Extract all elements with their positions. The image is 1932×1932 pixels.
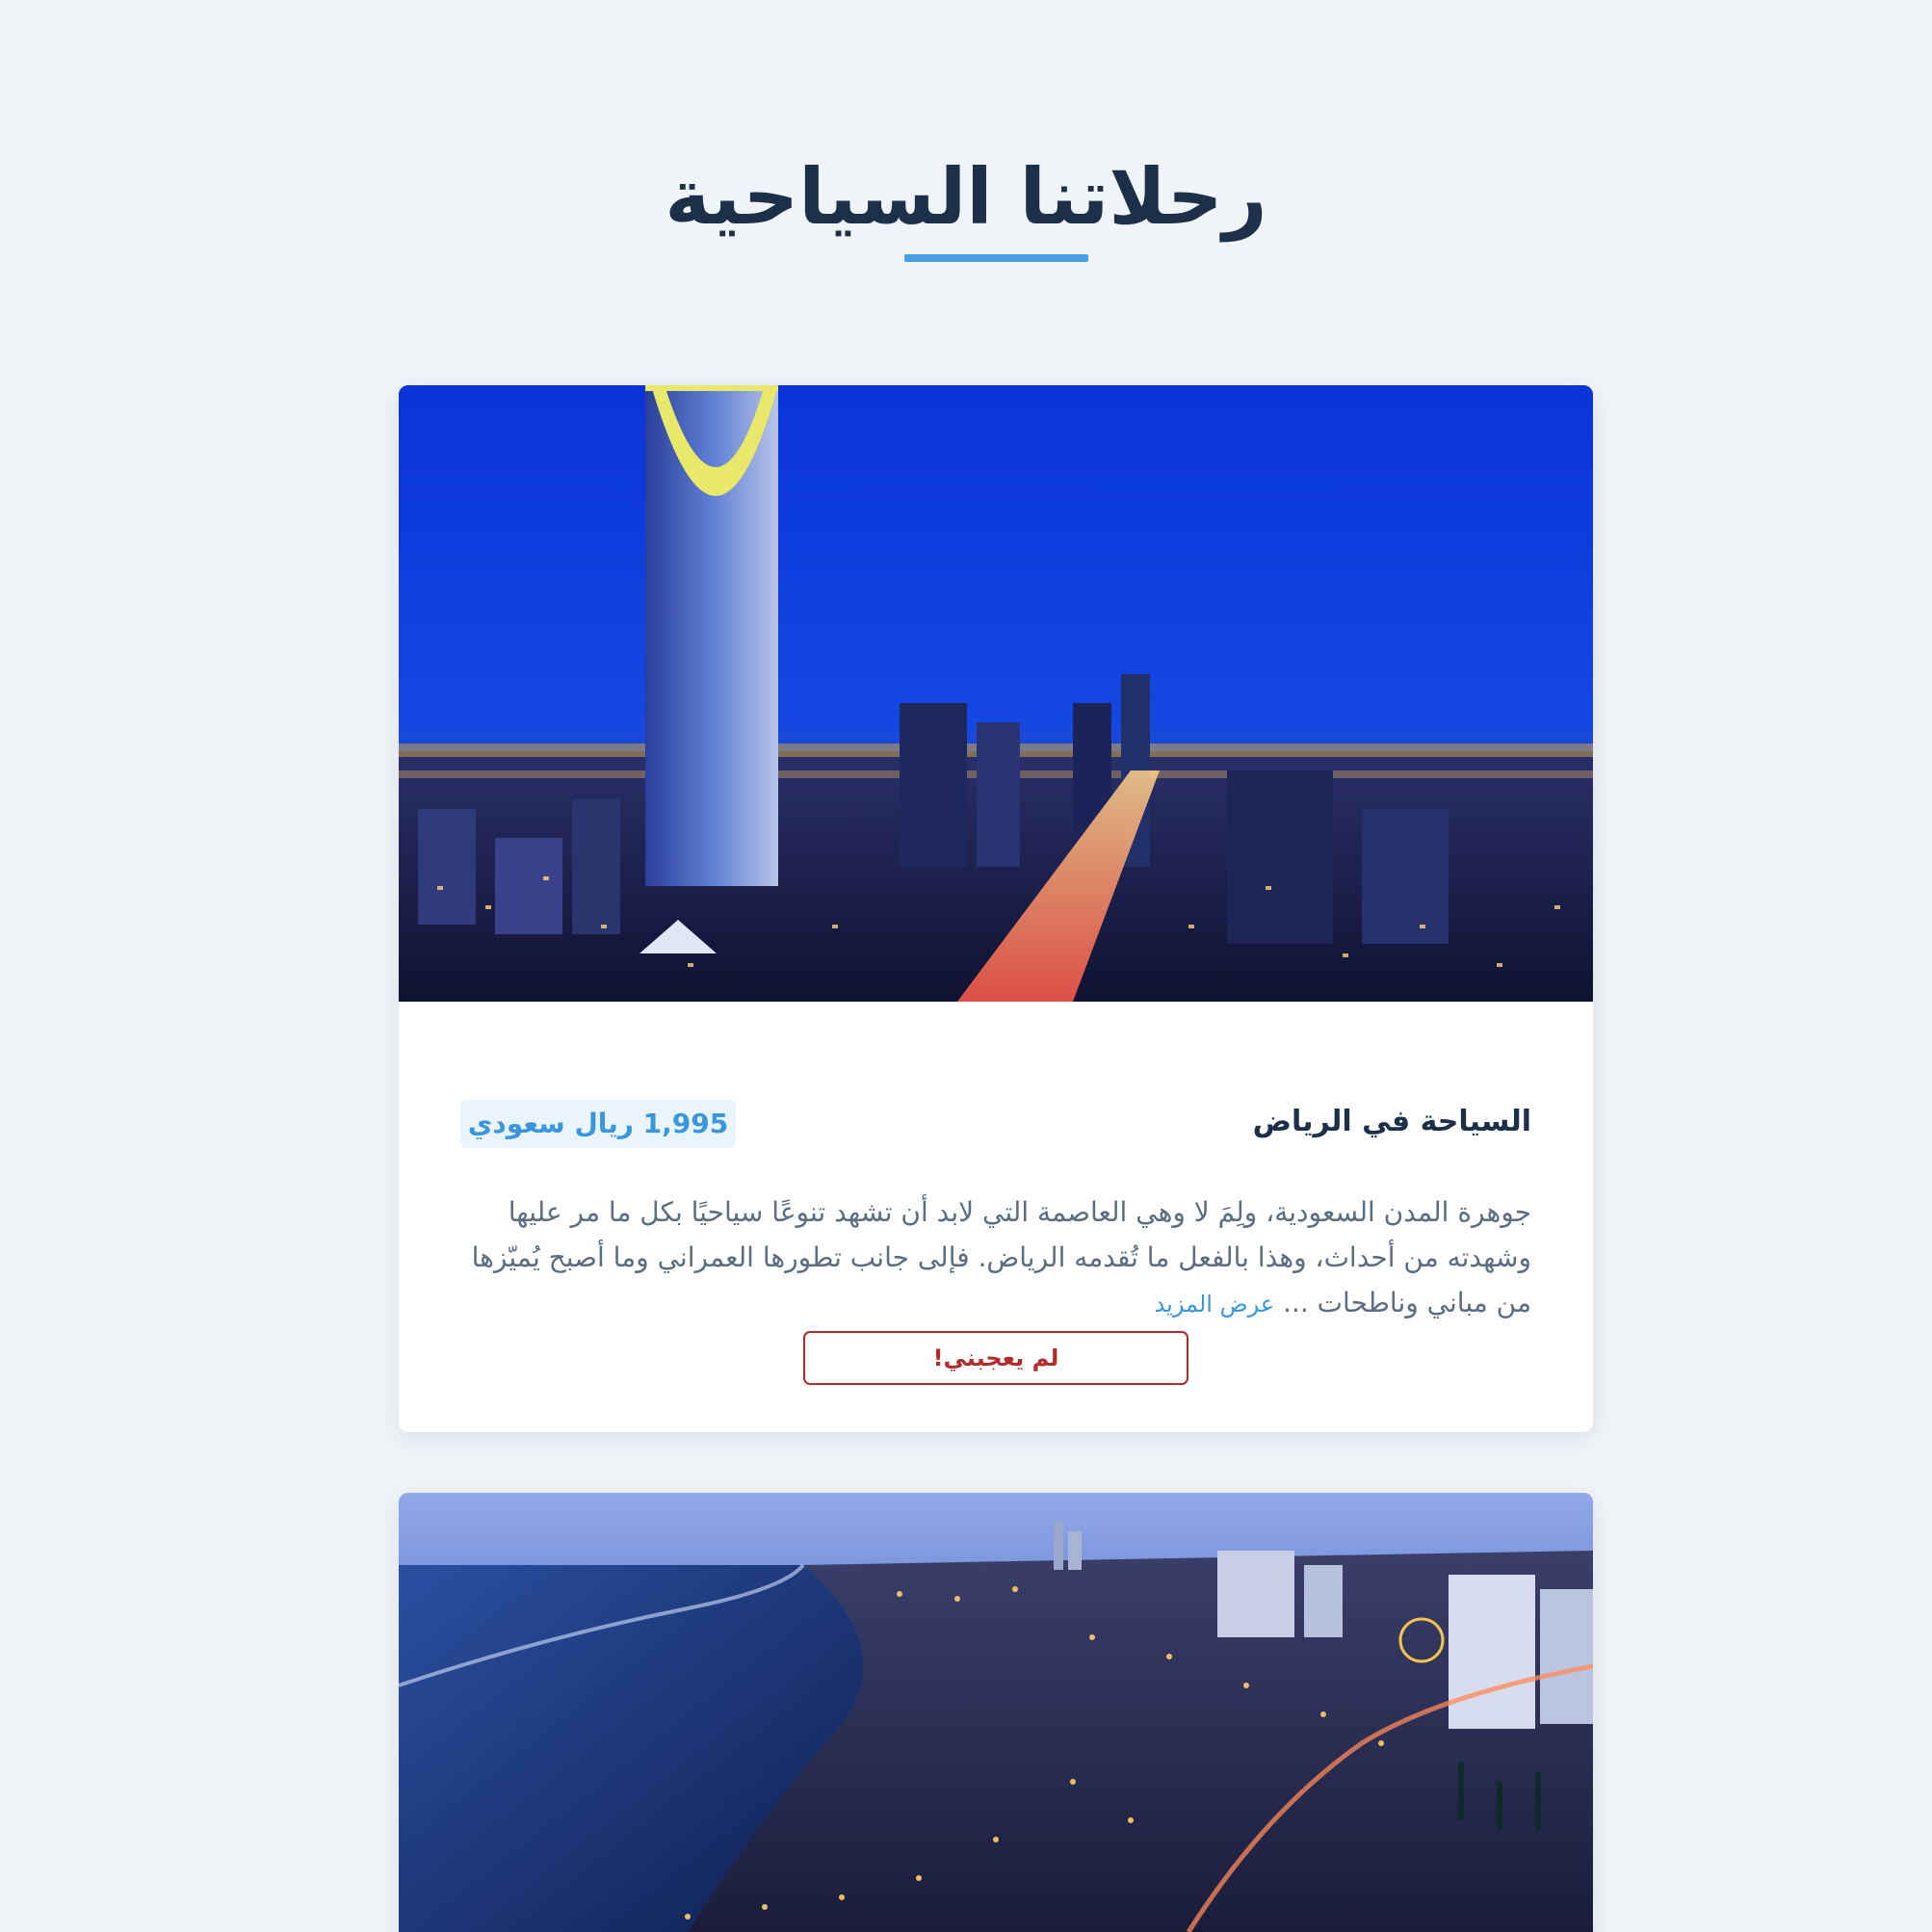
riyadh-skyline-image — [399, 385, 1593, 1002]
trip-card-body: السياحة في الرياض 1,995 ريال سعودي جوهرة… — [399, 1002, 1593, 1432]
trip-description: جوهرة المدن السعودية، ولِمَ لا وهي العاص… — [460, 1189, 1531, 1327]
jeddah-coast-image — [399, 1493, 1593, 1932]
page: رحلاتنا السياحية السياحة في الرياض 1,995… — [0, 0, 1932, 1932]
riyadh-skyline-illustration — [399, 385, 1593, 1002]
trip-name: السياحة في الرياض — [1252, 1105, 1531, 1138]
jeddah-coast-illustration — [399, 1493, 1593, 1932]
trip-card-jeddah — [399, 1493, 1593, 1932]
trip-card-riyadh: السياحة في الرياض 1,995 ريال سعودي جوهرة… — [399, 385, 1593, 1432]
price-badge: 1,995 ريال سعودي — [460, 1100, 736, 1148]
page-title: رحلاتنا السياحية — [665, 152, 1267, 242]
show-more-link[interactable]: عرض المزيد — [1155, 1291, 1275, 1318]
title-underline — [904, 254, 1088, 262]
dislike-button[interactable]: لم يعجبني! — [803, 1331, 1188, 1385]
trip-description-text: جوهرة المدن السعودية، ولِمَ لا وهي العاص… — [471, 1196, 1531, 1318]
